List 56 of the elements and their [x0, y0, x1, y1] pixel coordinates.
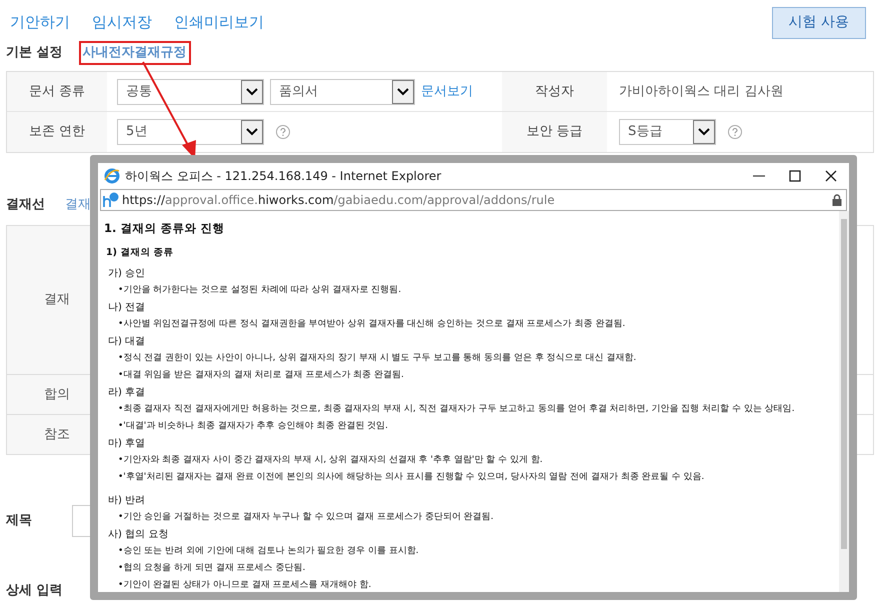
address-bar[interactable]: https://approval.office.hiworks.com/gabiaedu.com/approval/addons/rule — [100, 189, 847, 211]
help-icon[interactable] — [728, 125, 742, 139]
section-title: 라) 후결 — [107, 386, 146, 400]
content-heading: 1. 결재의 종류와 진행 — [104, 220, 226, 237]
section-label: 상세 입력 — [6, 583, 63, 598]
rule-text: •기안을 허가한다는 것으로 설정된 차례에 따라 상위 결재자로 진행됨. — [117, 284, 402, 297]
toolbar-link[interactable]: 기안하기 — [10, 11, 70, 34]
help-icon[interactable] — [276, 125, 290, 139]
section-title: 나) 전결 — [107, 301, 146, 315]
author-value: 가비아하이웍스 대리 김사원 — [618, 82, 784, 101]
maximize-icon[interactable] — [789, 170, 801, 182]
rule-text: •최종 결재자 직전 결재자에게만 허용하는 것으로, 최종 결재자의 부재 시, 직전 결재자가 구두 보고하고 동의를 얻어 후결 처리하면, 기안을 집행 처리할 수 있는 상태임. — [117, 403, 796, 416]
doc-type-select[interactable]: 공통 — [117, 78, 264, 104]
rule-text: •기안 승인을 거절하는 것으로 결재자 누구나 할 수 있으며 결재 프로세스가 중단되어 완결됨. — [117, 511, 494, 524]
approval-line-link[interactable]: 결재 — [65, 195, 91, 215]
view-link[interactable]: 문서보기 — [421, 82, 473, 102]
window-title: 하이웍스 오피스 - 121.254.168.149 - Internet Explorer — [125, 168, 442, 185]
rule-text: •사안별 위임전결규정에 따른 정식 결재권한을 부여받아 상위 결재자를 대신해 승인하는 것으로 결재 프로세스가 최종 완결됨. — [117, 318, 626, 331]
section-label: 기본 설정 — [6, 44, 63, 62]
rule-text: •기안이 완결된 상태가 아니므로 결재 프로세스를 재개해야 함. — [117, 579, 372, 592]
caret-icon — [392, 80, 414, 104]
section-title: 사) 협의 요청 — [107, 528, 170, 542]
rule-text: •정식 전결 권한이 있는 사안이 아니나, 상위 결재자의 장기 부재 시 별도 구두 보고를 통해 동의를 얻은 후 정식으로 대신 결재함. — [117, 352, 638, 365]
rule-text: •승인 또는 반려 외에 기안에 대해 검토나 논의가 필요한 경우 이를 표시함. — [117, 545, 420, 558]
security-select[interactable]: S등급 — [619, 119, 716, 145]
section-title: 다) 대결 — [107, 335, 146, 349]
close-icon[interactable] — [825, 170, 837, 182]
section-label: 제목 — [6, 512, 32, 530]
field-label: 보존 연한 — [7, 112, 107, 152]
rule-text: •'대결'과 비슷하나 최종 결재자가 추후 승인해야 최종 완결된 것임. — [117, 420, 390, 433]
rule-text: •'후열'처리된 결재자는 결재 완료 이전에 본인의 의사에 해당하는 의사 표시를 진행할 수 있으며, 당사자의 열람 전에 결재가 최종 완료될 수 있음. — [117, 471, 706, 484]
field-label: 보안 등급 — [502, 112, 607, 152]
field-label: 작성자 — [502, 72, 607, 111]
section-title: 바) 반려 — [107, 494, 146, 508]
lock-icon — [832, 194, 842, 206]
field-label: 문서 종류 — [7, 72, 107, 111]
section-label: 결재선 — [6, 196, 45, 214]
scrollbar[interactable] — [839, 211, 849, 592]
toolbar-link[interactable]: 인쇄미리보기 — [174, 11, 264, 34]
trial-button[interactable]: 시험 사용 — [772, 6, 866, 38]
site-logo-icon — [103, 192, 119, 208]
browser-logo-icon — [104, 168, 120, 184]
toolbar-link[interactable]: 임시저장 — [92, 11, 152, 34]
rule-link[interactable]: 사내전자결재규정 — [78, 41, 191, 65]
caret-icon — [693, 120, 715, 144]
form-select[interactable]: 품의서 — [270, 78, 415, 104]
rule-text: •기안자와 최종 결재자 사이 중간 결재자의 부재 시, 상위 결재자의 선결재 후 '추후 열람'만 할 수 있게 함. — [117, 454, 544, 467]
section-title: 가) 승인 — [107, 267, 146, 281]
url-text: https://approval.office.hiworks.com/gabiaedu.com/approval/addons/rule — [122, 192, 556, 209]
rule-text: •대결 위임을 받은 결재자의 결재 처리로 결재 프로세스가 최종 완결됨. — [117, 369, 405, 382]
retention-select[interactable]: 5년 — [117, 119, 264, 145]
rule-text: •협의 요청을 하게 되면 결재 프로세스 중단됨. — [117, 562, 306, 575]
caret-icon — [241, 80, 263, 104]
content-subheading: 1) 결재의 종류 — [105, 246, 175, 260]
caret-icon — [241, 120, 263, 144]
section-title: 마) 후열 — [107, 437, 146, 451]
